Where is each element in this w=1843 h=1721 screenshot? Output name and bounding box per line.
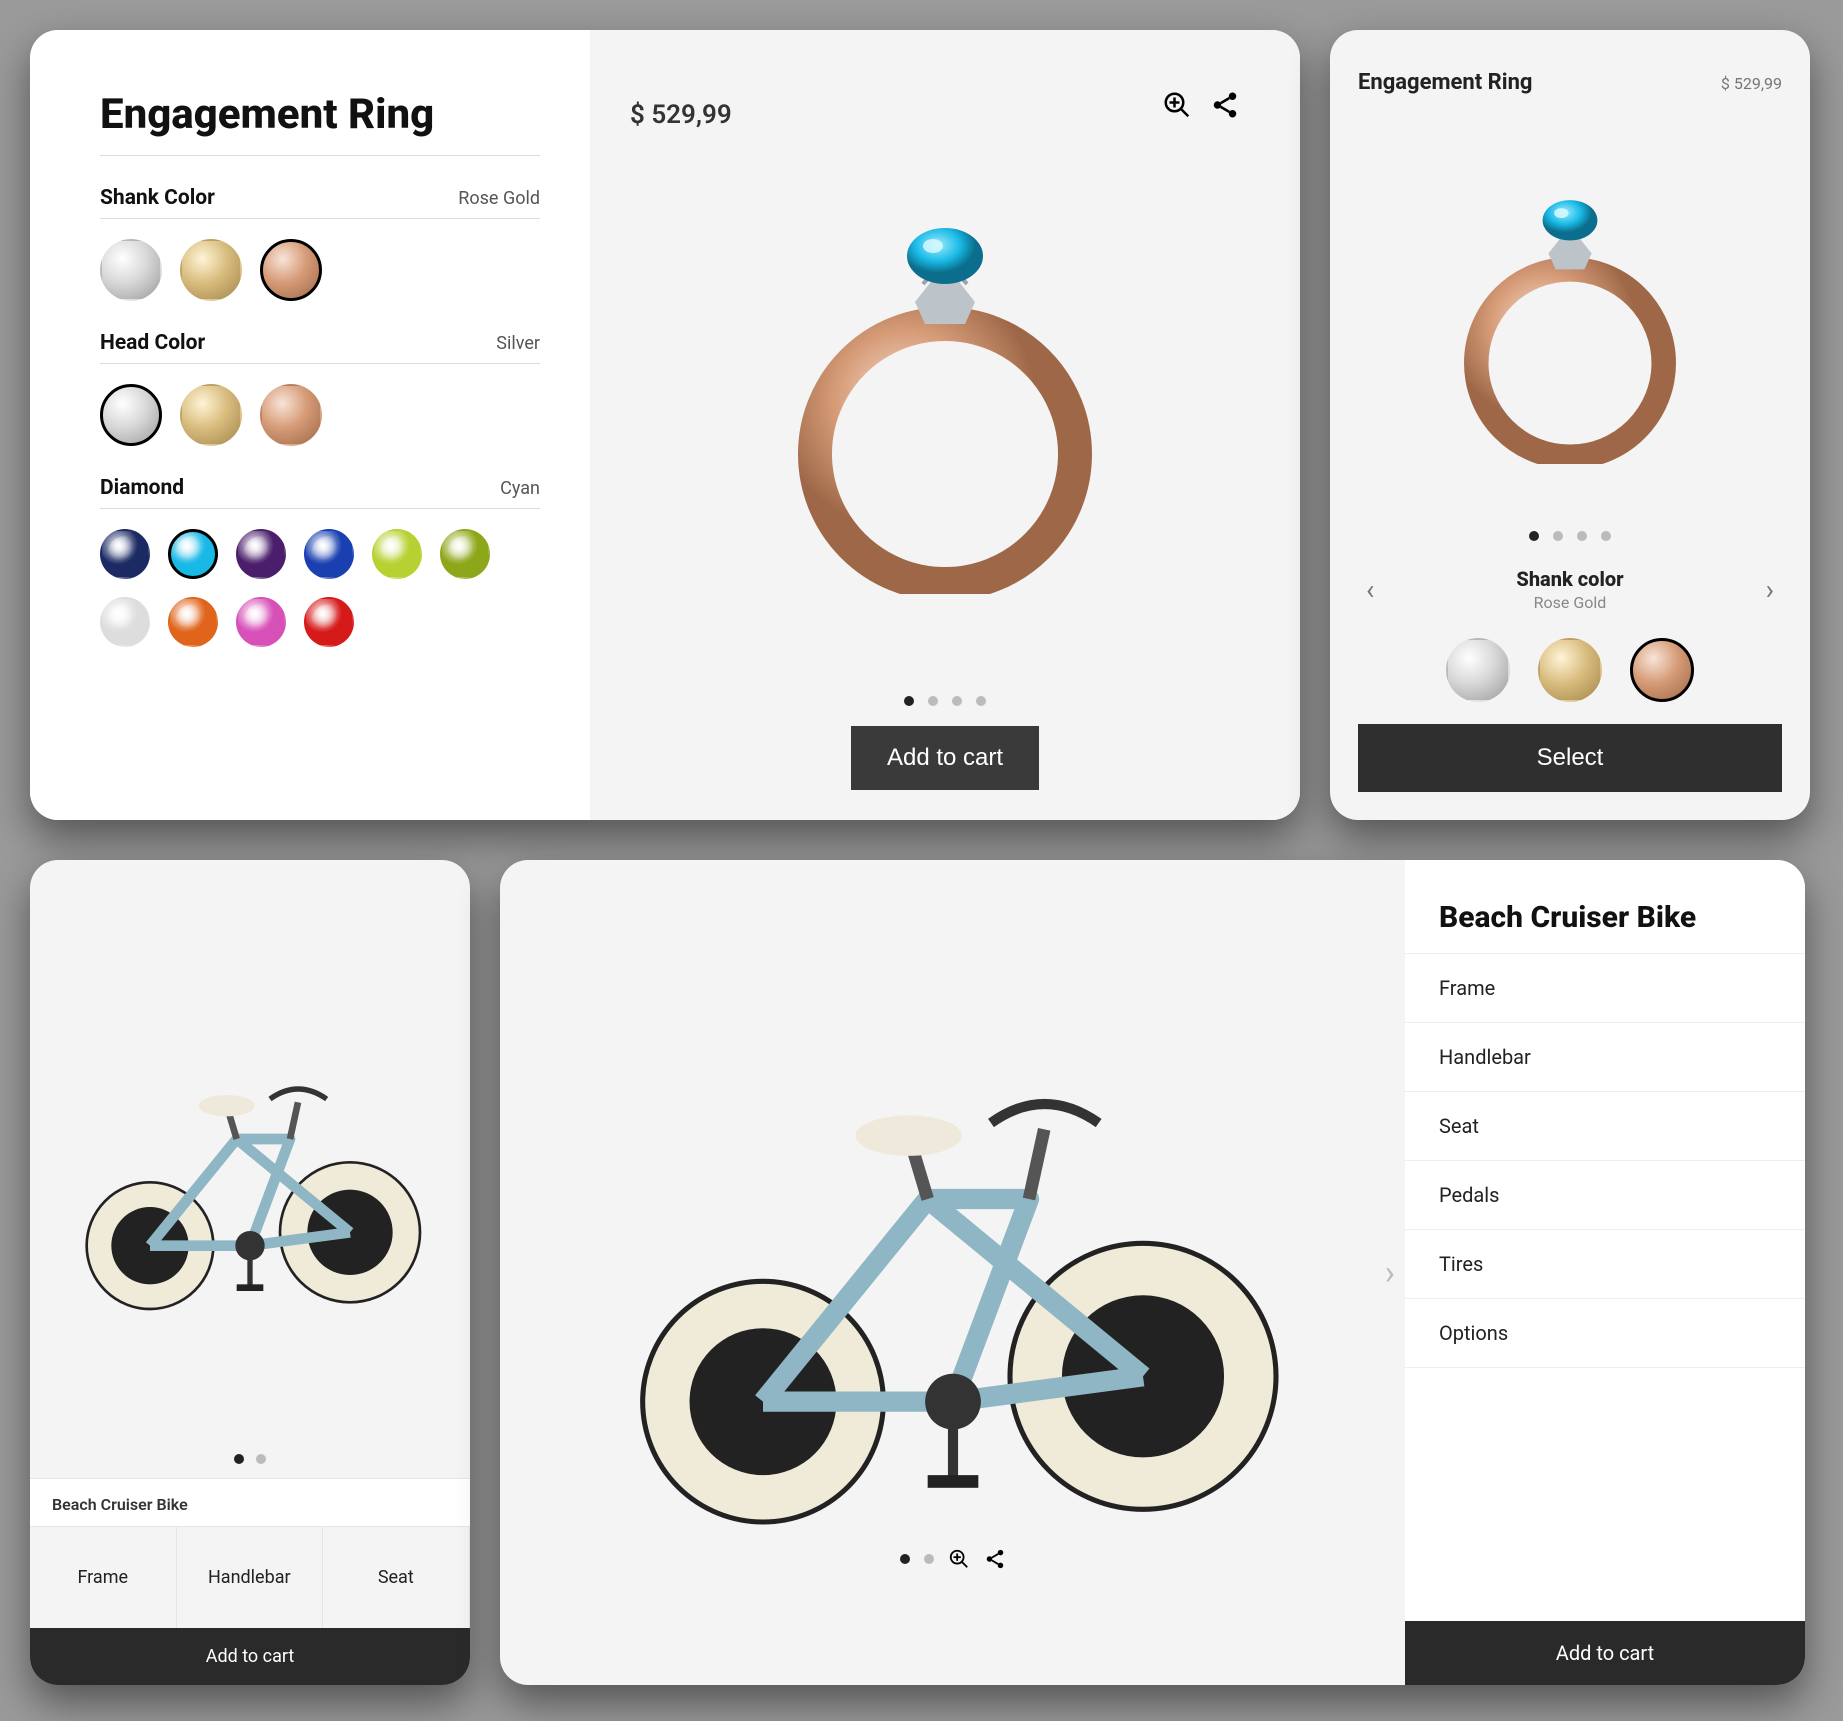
color-swatch-silver[interactable]: [100, 384, 162, 446]
color-swatch-gold[interactable]: [180, 239, 242, 301]
add-to-cart-button[interactable]: Add to cart: [1405, 1621, 1805, 1685]
diamond-swatch-navy[interactable]: [100, 529, 150, 579]
diamond-swatch-lime[interactable]: [372, 529, 422, 579]
product-price: $ 529,99: [1721, 74, 1782, 93]
option-value: Rose Gold: [1516, 593, 1623, 612]
diamond-swatch-purple[interactable]: [236, 529, 286, 579]
ring-configurator-tablet: Engagement Ring Shank Color Rose Gold He…: [30, 30, 1300, 820]
diamond-swatch-clear[interactable]: [100, 597, 150, 647]
product-title: Beach Cruiser Bike: [52, 1495, 448, 1514]
color-swatch-rose[interactable]: [260, 239, 322, 301]
product-image[interactable]: [640, 70, 1250, 688]
ring-preview-panel: $ 529,99: [590, 30, 1300, 820]
bike-preview: [500, 860, 1405, 1685]
option-value: Rose Gold: [458, 188, 540, 209]
diamond-swatch-olive[interactable]: [440, 529, 490, 579]
select-button[interactable]: Select: [1358, 724, 1782, 792]
ring-options-panel: Engagement Ring Shank Color Rose Gold He…: [30, 30, 590, 820]
carousel-dots[interactable]: [1358, 531, 1782, 541]
option-label: Shank color: [1516, 567, 1623, 591]
bike-options-panel: Beach Cruiser Bike FrameHandlebarSeatPed…: [1405, 860, 1805, 1685]
color-swatch-silver[interactable]: [100, 239, 162, 301]
color-swatch-rose[interactable]: [1630, 638, 1694, 702]
bike-configurator-desktop: › Beach Cruiser Bike FrameHandlebarSeatP…: [500, 860, 1805, 1685]
diamond-swatch-blue[interactable]: [304, 529, 354, 579]
color-swatch-rose[interactable]: [260, 384, 322, 446]
add-to-cart-button[interactable]: Add to cart: [30, 1628, 470, 1685]
option-label: Head Color: [100, 331, 205, 355]
config-section-tires[interactable]: Tires: [1405, 1230, 1805, 1299]
zoom-in-icon[interactable]: [948, 1548, 970, 1570]
share-icon[interactable]: [1210, 90, 1240, 120]
carousel-dots[interactable]: [640, 696, 1250, 706]
carousel-dot-icon[interactable]: [924, 1554, 934, 1564]
option-shank: Shank Color Rose Gold: [100, 186, 540, 301]
diamond-swatch-orange[interactable]: [168, 597, 218, 647]
product-title: Beach Cruiser Bike: [1405, 860, 1805, 954]
option-label: Shank Color: [100, 186, 215, 210]
config-section-seat[interactable]: Seat: [1405, 1092, 1805, 1161]
option-value: Silver: [496, 333, 540, 354]
ring-configurator-mobile: Engagement Ring $ 529,99 ‹ Shank color R…: [1330, 30, 1810, 820]
chevron-right-icon[interactable]: ›: [1758, 573, 1782, 606]
config-tab-frame[interactable]: Frame: [30, 1527, 177, 1628]
product-image[interactable]: [30, 860, 470, 1448]
product-image[interactable]: [573, 976, 1333, 1536]
bike-configurator-mobile: Beach Cruiser Bike FrameHandlebarSeat Ad…: [30, 860, 470, 1685]
carousel-dots[interactable]: [30, 1454, 470, 1464]
option-value: Cyan: [500, 478, 540, 499]
zoom-in-icon[interactable]: [1162, 90, 1192, 120]
option-diamond: Diamond Cyan: [100, 476, 540, 647]
config-section-frame[interactable]: Frame: [1405, 954, 1805, 1023]
diamond-swatch-red[interactable]: [304, 597, 354, 647]
color-swatch-gold[interactable]: [1538, 638, 1602, 702]
product-image[interactable]: [1358, 105, 1782, 513]
product-title: Engagement Ring: [100, 90, 540, 156]
config-tab-seat[interactable]: Seat: [323, 1527, 470, 1628]
config-tab-handlebar[interactable]: Handlebar: [177, 1527, 324, 1628]
product-price: $ 529,99: [630, 100, 732, 130]
diamond-swatch-cyan[interactable]: [168, 529, 218, 579]
config-section-options[interactable]: Options: [1405, 1299, 1805, 1368]
config-section-pedals[interactable]: Pedals: [1405, 1161, 1805, 1230]
share-icon[interactable]: [984, 1548, 1006, 1570]
chevron-right-icon[interactable]: ›: [1385, 1253, 1395, 1293]
diamond-swatch-pink[interactable]: [236, 597, 286, 647]
chevron-left-icon[interactable]: ‹: [1358, 573, 1382, 606]
current-option: Shank color Rose Gold: [1516, 567, 1623, 612]
color-swatch-gold[interactable]: [180, 384, 242, 446]
config-section-handlebar[interactable]: Handlebar: [1405, 1023, 1805, 1092]
product-title: Engagement Ring: [1358, 70, 1533, 95]
color-swatch-silver[interactable]: [1446, 638, 1510, 702]
add-to-cart-button[interactable]: Add to cart: [851, 726, 1039, 790]
option-head: Head Color Silver: [100, 331, 540, 446]
option-label: Diamond: [100, 476, 184, 500]
carousel-dot-icon[interactable]: [900, 1554, 910, 1564]
